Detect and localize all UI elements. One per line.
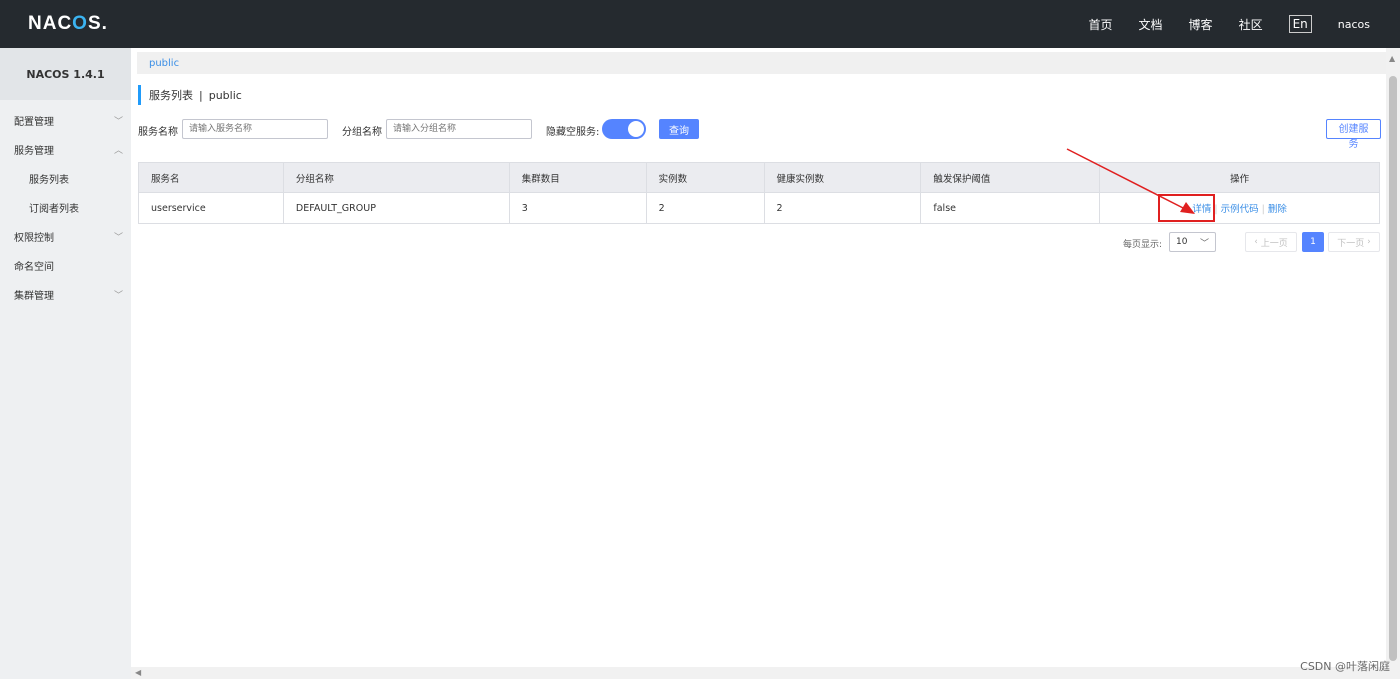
col-group-name: 分组名称	[282, 162, 510, 193]
group-name-input[interactable]	[386, 119, 532, 139]
top-navbar: NACOS. 首页 文档 博客 社区 En nacos	[0, 0, 1400, 48]
cell-instance-count: 2	[645, 192, 765, 224]
sidebar-item-service-list[interactable]: 服务列表	[0, 164, 131, 193]
sidebar-item-subscribers[interactable]: 订阅者列表	[0, 193, 131, 222]
chevron-down-icon: ﹀	[113, 117, 123, 127]
sidebar-item-auth[interactable]: 权限控制 ﹀	[0, 222, 131, 251]
chevron-up-icon: ︿	[113, 146, 123, 156]
horizontal-scrollbar[interactable]: ◀	[131, 667, 1400, 679]
delete-link[interactable]: 删除	[1268, 204, 1287, 215]
main-content: public 服务列表|public 服务名称 分组名称 隐藏空服务: 查询 创…	[131, 48, 1386, 667]
version-label: NACOS 1.4.1	[0, 48, 131, 100]
col-instance-count: 实例数	[645, 162, 765, 193]
nacos-logo[interactable]: NACOS.	[28, 13, 108, 35]
nav-community[interactable]: 社区	[1239, 16, 1263, 33]
hide-empty-toggle[interactable]	[602, 119, 646, 139]
cell-group-name: DEFAULT_GROUP	[282, 192, 510, 224]
cell-service-name: userservice	[138, 192, 284, 224]
scrollbar-thumb[interactable]	[1389, 76, 1397, 661]
col-service-name: 服务名	[138, 162, 284, 193]
sidebar-item-config[interactable]: 配置管理 ﹀	[0, 106, 131, 135]
vertical-scrollbar[interactable]: ▲	[1386, 48, 1400, 667]
sidebar: NACOS 1.4.1 配置管理 ﹀ 服务管理 ︿ 服务列表 订阅者列表 权限控制 ﹀…	[0, 48, 131, 679]
namespace-tab-public[interactable]: public	[149, 58, 179, 69]
chevron-right-icon: ›	[1364, 237, 1371, 247]
query-button[interactable]: 查询	[659, 119, 699, 139]
service-name-input[interactable]	[182, 119, 328, 139]
per-page-select[interactable]: 10 ﹀	[1169, 232, 1216, 252]
col-operations: 操作	[1099, 162, 1380, 193]
annotation-arrow	[1066, 148, 1195, 214]
cell-cluster-count: 3	[508, 192, 647, 224]
page-1-button[interactable]: 1	[1302, 232, 1324, 252]
toggle-knob	[628, 121, 644, 137]
prev-page-button[interactable]: ‹ 上一页	[1245, 232, 1297, 252]
cell-healthy-count: 2	[763, 192, 922, 224]
group-name-label: 分组名称	[342, 127, 382, 138]
col-cluster-count: 集群数目	[508, 162, 647, 193]
nav-docs[interactable]: 文档	[1139, 16, 1163, 33]
service-name-label: 服务名称	[138, 127, 178, 138]
nav-blog[interactable]: 博客	[1189, 16, 1213, 33]
table-header-row: 服务名 分组名称 集群数目 实例数 健康实例数 触发保护阈值 操作	[138, 162, 1380, 193]
chevron-down-icon: ﹀	[1199, 239, 1209, 249]
col-protect-threshold: 触发保护阈值	[920, 162, 1101, 193]
annotation-highlight-box	[1158, 194, 1215, 222]
nav-home[interactable]: 首页	[1089, 16, 1113, 33]
filter-bar: 服务名称 分组名称 隐藏空服务: 查询 创建服务	[138, 119, 1381, 150]
hide-empty-label: 隐藏空服务:	[546, 127, 600, 138]
page-title: 服务列表 | public	[138, 85, 242, 105]
chevron-down-icon: ﹀	[113, 291, 123, 301]
pagination: 每页显示: 10 ﹀ ‹ 上一页 1 下一页 ›	[131, 232, 1386, 252]
cell-protect-threshold: false	[920, 192, 1101, 224]
create-service-button[interactable]: 创建服务	[1326, 119, 1381, 150]
language-toggle[interactable]: En	[1288, 15, 1312, 33]
sidebar-item-cluster[interactable]: 集群管理 ﹀	[0, 280, 131, 309]
per-page-label: 每页显示:	[1123, 240, 1163, 250]
watermark: CSDN @叶落闲庭	[1300, 660, 1390, 673]
namespace-bar: public	[137, 52, 1386, 74]
col-healthy-count: 健康实例数	[763, 162, 922, 193]
top-nav: 首页 文档 博客 社区 En nacos	[1063, 0, 1370, 48]
scroll-left-icon[interactable]: ◀	[135, 668, 141, 677]
sidebar-item-namespace[interactable]: 命名空间	[0, 251, 131, 280]
user-menu[interactable]: nacos	[1338, 18, 1370, 31]
sidebar-item-service-mgmt[interactable]: 服务管理 ︿	[0, 135, 131, 164]
scroll-up-icon[interactable]: ▲	[1389, 54, 1395, 63]
sample-code-link[interactable]: 示例代码	[1221, 204, 1259, 215]
next-page-button[interactable]: 下一页 ›	[1328, 232, 1380, 252]
cell-operations: 详情 | 示例代码 | 删除	[1099, 192, 1380, 224]
chevron-down-icon: ﹀	[113, 233, 123, 243]
